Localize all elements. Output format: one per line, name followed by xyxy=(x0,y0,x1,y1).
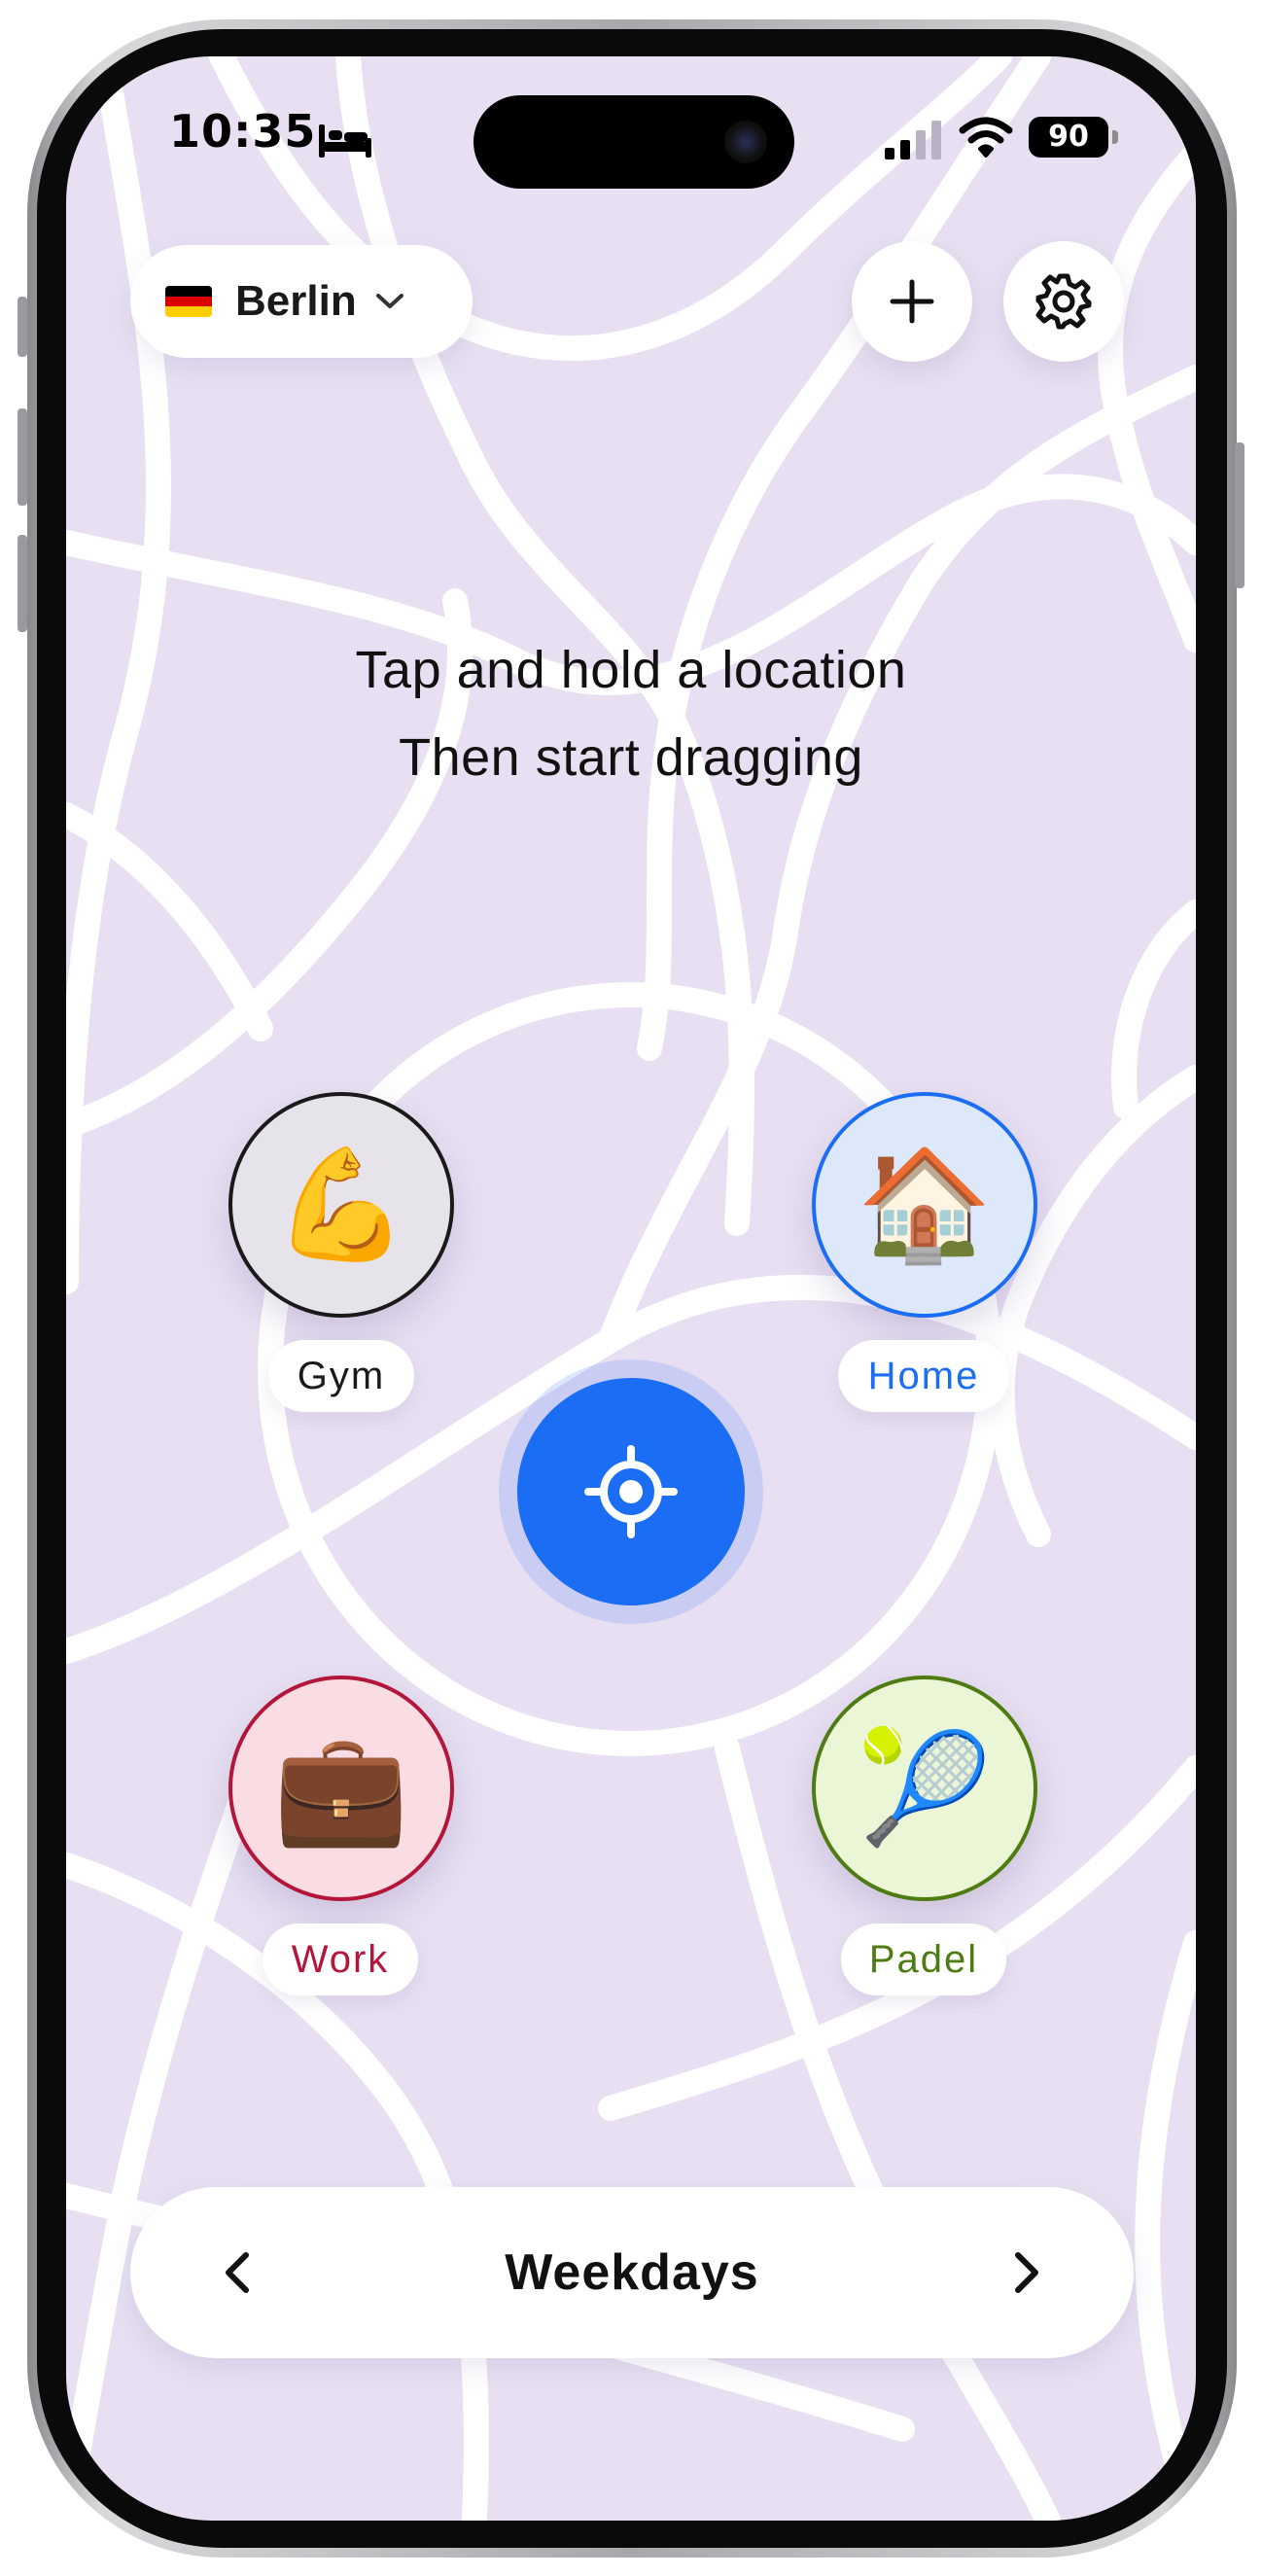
city-name: Berlin xyxy=(235,277,357,325)
tennis-ball-icon: 🎾 xyxy=(857,1724,993,1852)
location-gym-label: Gym xyxy=(268,1340,414,1412)
hint-line-1: Tap and hold a location xyxy=(355,641,907,699)
location-work-label: Work xyxy=(263,1923,418,1995)
status-time: 10:35 xyxy=(169,105,317,158)
location-work[interactable]: 💼 xyxy=(228,1676,454,1901)
location-home-label: Home xyxy=(838,1340,1009,1412)
briefcase-icon: 💼 xyxy=(273,1724,409,1852)
add-location-button[interactable] xyxy=(852,241,972,362)
app-screen: 10:35 90 Berlin Tap and hold a location … xyxy=(66,56,1196,2521)
map-road xyxy=(1135,1930,1196,2521)
city-selector[interactable]: Berlin xyxy=(130,245,473,358)
previous-day-button[interactable] xyxy=(208,2243,266,2302)
location-padel-label: Padel xyxy=(841,1923,1006,1995)
flexed-biceps-icon: 💪 xyxy=(273,1141,409,1268)
gear-icon xyxy=(1035,273,1092,330)
chevron-down-icon xyxy=(375,294,403,308)
house-icon: 🏠 xyxy=(857,1141,993,1268)
settings-button[interactable] xyxy=(1003,241,1124,362)
side-button-mute xyxy=(18,297,27,357)
battery-icon: 90 xyxy=(1029,117,1108,158)
chevron-right-icon xyxy=(1015,2252,1038,2293)
location-gym[interactable]: 💪 xyxy=(228,1092,454,1318)
side-button-volume-down xyxy=(18,535,27,632)
germany-flag-icon xyxy=(165,286,212,317)
dynamic-island xyxy=(473,95,794,189)
hint-line-2: Then start dragging xyxy=(399,728,863,787)
plus-icon xyxy=(890,279,934,324)
day-selector: Weekdays xyxy=(130,2187,1134,2358)
wifi-icon xyxy=(959,117,1013,158)
crosshair-icon xyxy=(584,1445,678,1538)
side-button-power xyxy=(1235,442,1244,588)
map-background xyxy=(66,56,1196,2521)
battery-tip xyxy=(1112,130,1118,144)
signal-icon xyxy=(885,121,941,159)
location-padel[interactable]: 🎾 xyxy=(812,1676,1037,1901)
map-road xyxy=(989,1065,1196,1547)
day-selector-label: Weekdays xyxy=(505,2244,759,2301)
bed-icon xyxy=(319,124,371,158)
chevron-left-icon xyxy=(226,2252,249,2293)
location-home[interactable]: 🏠 xyxy=(812,1092,1037,1318)
current-location-button[interactable] xyxy=(517,1378,745,1606)
next-day-button[interactable] xyxy=(998,2243,1056,2302)
side-button-volume-up xyxy=(18,408,27,506)
front-camera-icon xyxy=(724,121,767,163)
